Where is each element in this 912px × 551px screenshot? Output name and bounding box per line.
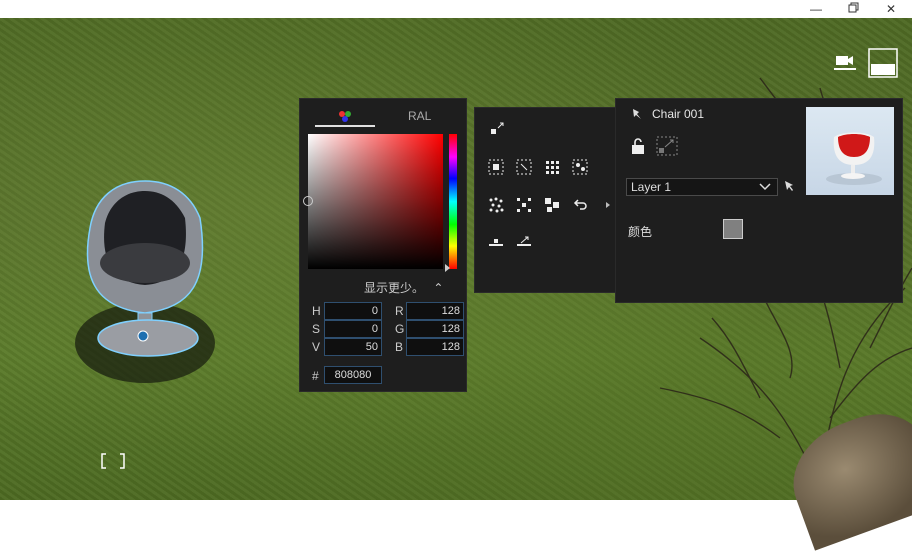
tab-ral[interactable]: RAL xyxy=(408,109,431,123)
tool-panel xyxy=(474,107,617,293)
sv-handle[interactable] xyxy=(303,196,313,206)
hue-slider-handle[interactable] xyxy=(445,264,450,272)
b-field[interactable]: 128 xyxy=(406,338,464,356)
color-wheel-icon xyxy=(339,111,351,122)
pin-icon[interactable] xyxy=(630,107,644,124)
r-field[interactable]: 128 xyxy=(406,302,464,320)
distribute-icon[interactable] xyxy=(515,196,533,214)
unlock-icon[interactable] xyxy=(630,137,646,158)
g-field[interactable]: 128 xyxy=(406,320,464,338)
minimize-icon[interactable]: — xyxy=(809,2,823,16)
select-group-icon[interactable] xyxy=(487,158,505,176)
dropdown-chevron-icon xyxy=(759,179,771,197)
camera-icon[interactable] xyxy=(832,48,860,76)
restore-icon[interactable] xyxy=(846,2,860,16)
color-property-label: 颜色 xyxy=(628,225,653,239)
show-less-toggle[interactable]: 显示更少。 ⌃ xyxy=(364,279,443,296)
chair-object[interactable] xyxy=(60,173,230,403)
color-swatch[interactable] xyxy=(723,219,743,239)
expand-arrow-icon[interactable] xyxy=(599,196,610,214)
h-label: H xyxy=(312,304,321,318)
undo-icon[interactable] xyxy=(571,196,589,214)
v-field[interactable]: 50 xyxy=(324,338,382,356)
group-icon[interactable] xyxy=(543,196,561,214)
hue-slider[interactable] xyxy=(449,134,457,269)
frame-selection-icon[interactable] xyxy=(100,453,125,469)
select-grid-icon[interactable] xyxy=(543,158,561,176)
window-titlebar: — ✕ xyxy=(0,0,912,18)
h-field[interactable]: 0 xyxy=(324,302,382,320)
saturation-value-area[interactable] xyxy=(308,134,443,269)
v-label: V xyxy=(312,340,321,354)
layer-dropdown[interactable]: Layer 1 xyxy=(626,178,778,196)
g-label: G xyxy=(395,322,405,336)
color-picker-panel: RAL 显示更少。 ⌃ H 0 S 0 V 50 R 128 G 128 B 1… xyxy=(299,98,467,392)
tab-color-wheel[interactable] xyxy=(315,107,375,127)
snap-icon[interactable] xyxy=(515,232,533,250)
b-label: B xyxy=(395,340,404,354)
object-properties-panel: Chair 001 Layer 1 颜色 xyxy=(615,98,903,303)
object-title: Chair 001 xyxy=(652,107,705,121)
pick-arrow-icon[interactable] xyxy=(782,179,796,196)
close-icon[interactable]: ✕ xyxy=(884,2,898,16)
pivot-marker xyxy=(137,330,149,342)
align-floor-icon[interactable] xyxy=(487,232,505,250)
active-tab-indicator xyxy=(315,125,375,127)
move-to-icon[interactable] xyxy=(489,120,507,138)
scatter-icon[interactable] xyxy=(487,196,505,214)
show-less-label: 显示更少。 xyxy=(364,281,425,295)
object-thumbnail xyxy=(806,107,894,195)
select-points-icon[interactable] xyxy=(571,158,589,176)
transform-icon[interactable] xyxy=(656,136,678,159)
layout-toggle-icon[interactable] xyxy=(868,48,898,78)
s-field[interactable]: 0 xyxy=(324,320,382,338)
hex-label: # xyxy=(312,369,319,383)
r-label: R xyxy=(395,304,404,318)
hex-field[interactable]: 808080 xyxy=(324,366,382,384)
layer-value: Layer 1 xyxy=(631,180,672,194)
s-label: S xyxy=(312,322,321,336)
select-region-icon[interactable] xyxy=(515,158,533,176)
chevron-up-icon: ⌃ xyxy=(433,281,444,295)
